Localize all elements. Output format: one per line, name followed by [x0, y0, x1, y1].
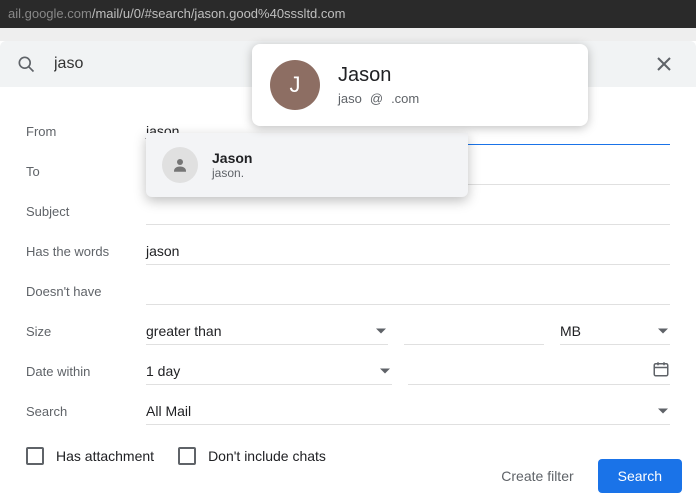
- create-filter-button[interactable]: Create filter: [491, 460, 583, 492]
- chevron-down-icon: [380, 368, 390, 373]
- chevron-down-icon: [658, 408, 668, 413]
- window-gap: [0, 28, 696, 41]
- address-bar[interactable]: ail.google.com/mail/u/0/#search/jason.go…: [0, 0, 696, 28]
- chevron-down-icon: [658, 328, 668, 333]
- url-path: /mail/u/0/#search/jason.good%40sssltd.co…: [92, 6, 346, 21]
- contact-email: jaso@.com: [338, 91, 419, 106]
- has-words-label: Has the words: [26, 244, 146, 259]
- size-unit-select[interactable]: MB: [560, 317, 670, 345]
- doesnt-have-label: Doesn't have: [26, 284, 146, 299]
- has-attachment-checkbox[interactable]: Has attachment: [26, 447, 154, 465]
- suggestion-email: jason.: [212, 166, 252, 180]
- doesnt-have-field[interactable]: [146, 277, 670, 305]
- checkbox-icon: [26, 447, 44, 465]
- chevron-down-icon: [376, 328, 386, 333]
- to-label: To: [26, 164, 146, 179]
- avatar: J: [270, 60, 320, 110]
- person-icon: [162, 147, 198, 183]
- contact-autosuggest: Jason jason.: [146, 133, 468, 197]
- from-label: From: [26, 124, 146, 139]
- contact-hover-card: J Jason jaso@.com: [252, 44, 588, 126]
- subject-label: Subject: [26, 204, 146, 219]
- checkbox-icon: [178, 447, 196, 465]
- suggestion-name: Jason: [212, 150, 252, 166]
- search-button[interactable]: Search: [598, 459, 682, 493]
- search-icon[interactable]: [12, 54, 40, 74]
- date-field[interactable]: [408, 357, 670, 385]
- close-icon[interactable]: [644, 44, 684, 84]
- contact-name: Jason: [338, 64, 419, 87]
- date-within-label: Date within: [26, 364, 146, 379]
- subject-field[interactable]: [146, 197, 670, 225]
- date-range-select[interactable]: 1 day: [146, 357, 392, 385]
- has-attachment-label: Has attachment: [56, 448, 154, 464]
- dont-include-chats-label: Don't include chats: [208, 448, 326, 464]
- form-actions: Create filter Search: [491, 459, 682, 493]
- size-operator-select[interactable]: greater than: [146, 317, 388, 345]
- size-label: Size: [26, 324, 146, 339]
- size-value-field[interactable]: [404, 317, 544, 345]
- search-scope-label: Search: [26, 404, 146, 419]
- search-scope-select[interactable]: All Mail: [146, 397, 670, 425]
- suggestion-item[interactable]: Jason jason.: [146, 141, 468, 189]
- url-host: ail.google.com: [8, 6, 92, 21]
- calendar-icon[interactable]: [652, 360, 670, 378]
- dont-include-chats-checkbox[interactable]: Don't include chats: [178, 447, 326, 465]
- has-words-field[interactable]: jason: [146, 237, 670, 265]
